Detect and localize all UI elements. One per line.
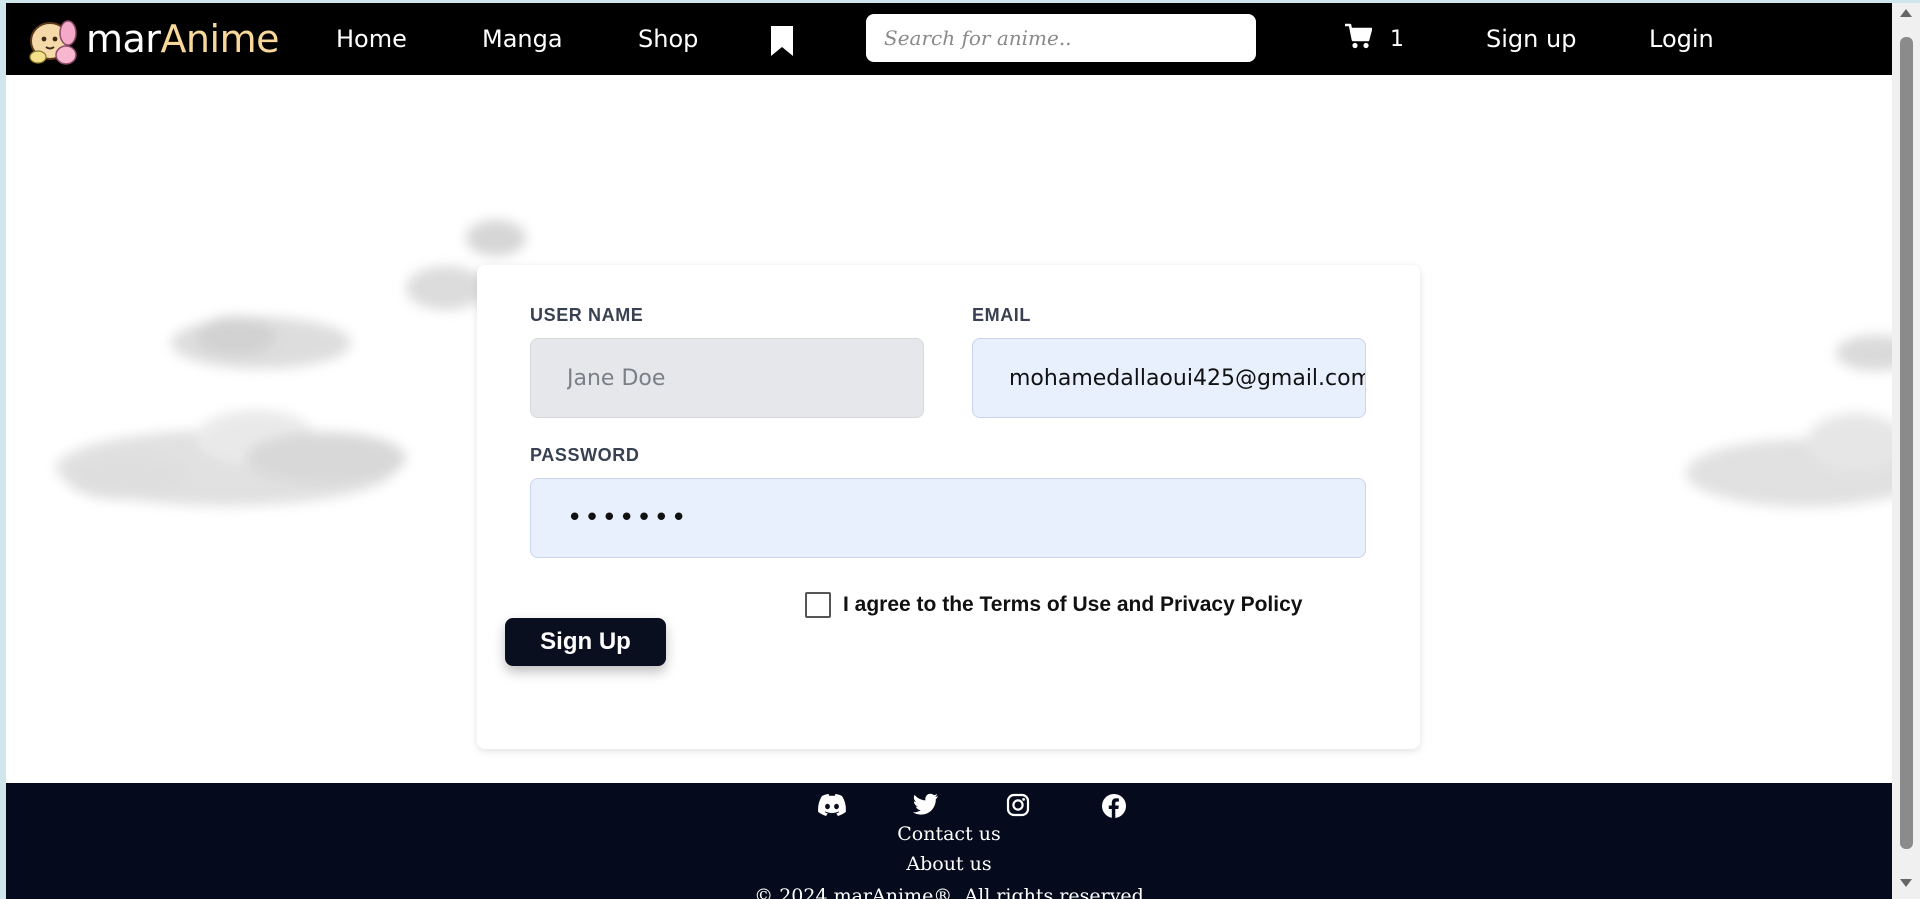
nav-link-signup[interactable]: Sign up <box>1486 25 1576 53</box>
cloud-decoration-right <box>1686 335 1892 507</box>
terms-agreement: I agree to the Terms of Use and Privacy … <box>805 592 1302 618</box>
cart-button[interactable]: 1 <box>1344 23 1404 55</box>
email-field[interactable] <box>972 338 1366 418</box>
scroll-down-arrow-icon[interactable] <box>1900 879 1912 887</box>
logo[interactable]: marAnime <box>24 11 279 67</box>
username-field[interactable] <box>530 338 924 418</box>
password-label: PASSWORD <box>530 445 640 465</box>
instagram-icon[interactable] <box>1006 793 1036 819</box>
bookmark-icon[interactable] <box>769 25 795 57</box>
nav-link-manga[interactable]: Manga <box>482 25 563 53</box>
cart-icon <box>1344 23 1373 55</box>
logo-text: marAnime <box>86 17 279 61</box>
nav-link-shop[interactable]: Shop <box>638 25 698 53</box>
discord-icon[interactable] <box>817 793 847 819</box>
search-input[interactable] <box>866 14 1256 62</box>
scrollbar-thumb[interactable] <box>1900 37 1913 849</box>
cloud-decoration-left <box>56 220 526 506</box>
username-label: USER NAME <box>530 305 644 325</box>
logo-text-prefix: mar <box>86 17 161 61</box>
logo-text-suffix: Anime <box>160 17 279 61</box>
cart-count: 1 <box>1390 26 1404 52</box>
page: marAnime Home Manga Shop 1 Sign up Login <box>6 3 1892 899</box>
signup-form-card: USER NAME EMAIL PASSWORD I agree to the … <box>477 265 1420 749</box>
scroll-up-arrow-icon[interactable] <box>1900 9 1912 17</box>
navbar: marAnime Home Manga Shop 1 Sign up Login <box>6 3 1892 75</box>
nav-link-login[interactable]: Login <box>1649 25 1714 53</box>
footer-copyright: © 2024 marAnime®. All rights reserved <box>754 885 1144 899</box>
facebook-icon[interactable] <box>1101 793 1131 819</box>
footer: Contact us About us © 2024 marAnime®. Al… <box>6 783 1892 899</box>
mascot-logo-icon <box>24 11 80 67</box>
terms-label: I agree to the Terms of Use and Privacy … <box>843 593 1303 616</box>
signup-submit-button[interactable]: Sign Up <box>505 618 666 666</box>
vertical-scrollbar[interactable] <box>1892 3 1920 899</box>
footer-link-about[interactable]: About us <box>6 853 1892 875</box>
email-label: EMAIL <box>972 305 1031 325</box>
terms-checkbox[interactable] <box>805 592 831 618</box>
twitter-icon[interactable] <box>911 793 941 819</box>
footer-link-contact[interactable]: Contact us <box>6 823 1892 845</box>
password-field[interactable] <box>530 478 1366 558</box>
nav-link-home[interactable]: Home <box>336 25 407 53</box>
